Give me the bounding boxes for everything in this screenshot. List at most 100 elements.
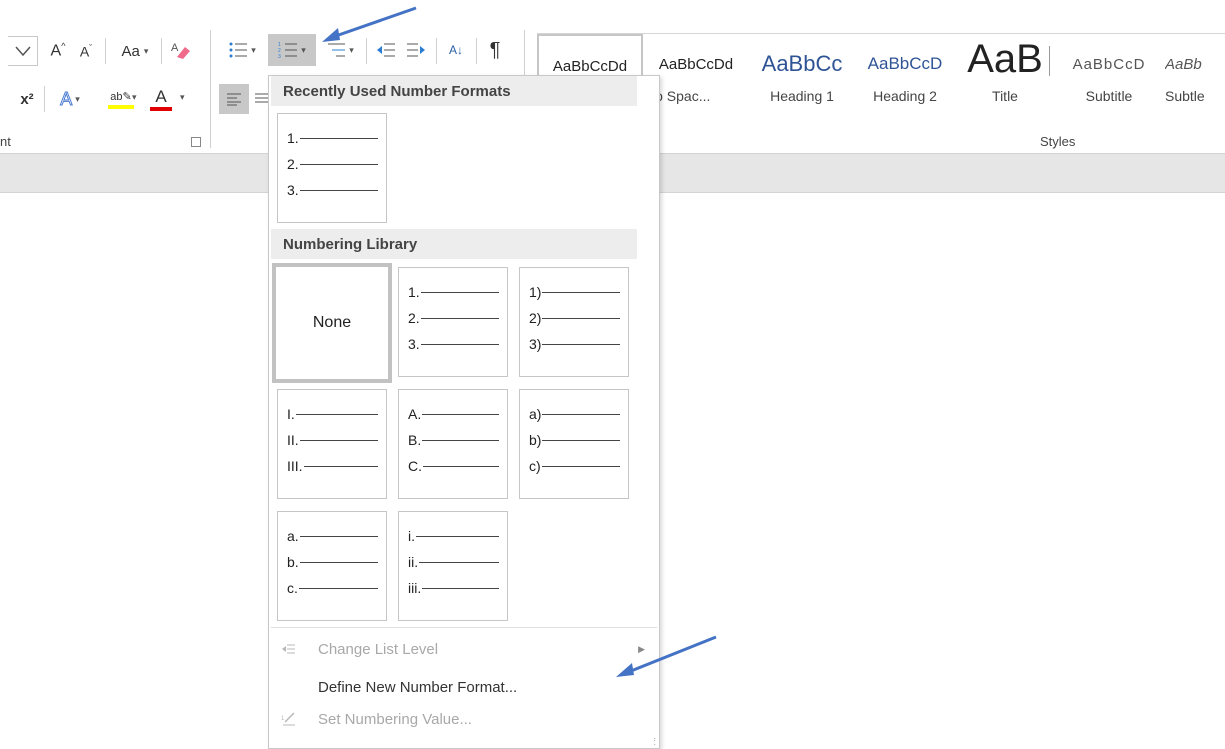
set-numbering-value-label: Set Numbering Value... xyxy=(318,710,472,728)
chevron-down-icon: ▾ xyxy=(349,44,354,55)
resize-grip-icon[interactable]: .: xyxy=(653,732,655,747)
list-row: 1. xyxy=(287,128,378,148)
style-preview: AaBbCcD xyxy=(867,54,943,73)
annotation-arrow-icon xyxy=(616,635,717,677)
clear-formatting-button[interactable]: A xyxy=(166,36,194,64)
style-name: Subtle xyxy=(1165,88,1205,104)
style-preview: AaBbCc xyxy=(761,51,843,76)
numbering-library-header: Numbering Library xyxy=(271,229,637,259)
separator xyxy=(1049,46,1050,76)
style-heading-2[interactable]: AaBbCcD Heading 2 xyxy=(855,34,955,126)
change-list-level-icon xyxy=(279,639,299,659)
style-name: No Spac... xyxy=(645,88,711,104)
grow-font-icon: A^ xyxy=(50,41,66,60)
chevron-down-icon: ▾ xyxy=(75,93,80,104)
bullets-icon xyxy=(229,42,248,58)
grow-font-button[interactable]: A^ xyxy=(46,38,70,64)
highlighter-icon: ab✎ xyxy=(110,90,132,103)
numbering-format-tile[interactable]: a) b) c) xyxy=(519,389,629,499)
style-title[interactable]: AaB Title xyxy=(955,34,1055,126)
define-new-number-format-label: Define New Number Format... xyxy=(318,678,518,696)
list-row: a) xyxy=(529,404,620,424)
style-no-spacing[interactable]: AaBbCcDd No Spac... xyxy=(645,34,747,126)
style-preview: AaBb xyxy=(1165,55,1202,73)
style-name: Heading 2 xyxy=(873,88,937,104)
change-case-button[interactable]: Aa ▾ xyxy=(113,38,157,64)
set-numbering-value-item[interactable]: 1 Set Numbering Value... xyxy=(271,704,657,734)
text-effects-button[interactable]: A ▾ xyxy=(50,86,90,112)
align-left-button[interactable] xyxy=(219,84,249,114)
svg-text:3: 3 xyxy=(278,54,281,59)
style-name: Title xyxy=(992,88,1018,104)
list-row: c. xyxy=(287,578,378,598)
list-row: b. xyxy=(287,552,378,572)
chevron-down-icon: ▾ xyxy=(301,44,306,55)
recent-format-tile[interactable]: 1. 2. 3. xyxy=(277,113,387,223)
align-left-icon xyxy=(227,93,241,106)
list-row: 2. xyxy=(287,154,378,174)
pilcrow-icon: ¶ xyxy=(489,38,501,61)
list-row: c) xyxy=(529,456,620,476)
list-row: 1. xyxy=(408,282,499,302)
separator xyxy=(476,38,477,64)
list-row: 3. xyxy=(287,180,378,200)
numbering-none-tile[interactable]: None xyxy=(272,263,392,383)
list-row: a. xyxy=(287,526,378,546)
list-row: ii. xyxy=(408,552,499,572)
font-color-button[interactable]: A xyxy=(146,84,176,114)
numbering-format-tile[interactable]: 1) 2) 3) xyxy=(519,267,629,377)
chevron-down-icon xyxy=(14,46,31,57)
list-row: I. xyxy=(287,404,378,424)
menu-separator xyxy=(271,627,657,628)
separator xyxy=(436,38,437,64)
font-group-label: nt xyxy=(0,134,11,149)
svg-text:A: A xyxy=(171,42,179,54)
style-subtitle[interactable]: AaBbCcD Subtitle xyxy=(1059,34,1159,126)
recent-formats-header: Recently Used Number Formats xyxy=(271,76,637,106)
style-name: Heading 1 xyxy=(770,88,834,104)
separator xyxy=(44,86,45,112)
numbering-button[interactable]: 1 2 3 ▾ xyxy=(268,34,316,66)
list-row: 3) xyxy=(529,334,620,354)
set-numbering-value-icon: 1 xyxy=(279,709,299,729)
text-highlight-button[interactable]: ab✎ xyxy=(96,84,146,114)
text-effects-icon: A xyxy=(60,88,73,109)
none-label: None xyxy=(312,314,352,331)
numbering-format-tile[interactable]: i. ii. iii. xyxy=(398,511,508,621)
shrink-font-icon: Aˇ xyxy=(79,42,93,60)
chevron-down-icon[interactable]: ▾ xyxy=(180,92,185,103)
sort-icon: A↓ xyxy=(448,43,463,57)
list-row: 3. xyxy=(408,334,499,354)
separator xyxy=(105,38,106,64)
chevron-down-icon: ▾ xyxy=(143,45,149,56)
superscript-label: x² xyxy=(20,90,34,108)
bullets-button[interactable]: ▾ xyxy=(222,36,262,64)
style-preview: AaB xyxy=(967,36,1043,81)
numbering-format-tile[interactable]: a. b. c. xyxy=(277,511,387,621)
style-heading-1[interactable]: AaBbCc Heading 1 xyxy=(749,34,855,126)
group-separator xyxy=(210,30,211,148)
numbering-format-tile[interactable]: 1. 2. 3. xyxy=(398,267,508,377)
sort-button[interactable]: A↓ xyxy=(442,36,470,64)
highlight-color-bar xyxy=(108,104,134,109)
list-row: A. xyxy=(408,404,499,424)
font-dialog-launcher-icon[interactable] xyxy=(191,137,201,147)
chevron-down-icon[interactable]: ▾ xyxy=(132,92,137,103)
superscript-button[interactable]: x² xyxy=(14,86,40,112)
change-list-level-item[interactable]: Change List Level ▶ xyxy=(271,634,657,664)
numbering-format-tile[interactable]: A. B. C. xyxy=(398,389,508,499)
eraser-icon: A xyxy=(171,42,190,59)
style-subtle-emphasis[interactable]: AaBb Subtle xyxy=(1165,34,1225,126)
list-row: iii. xyxy=(408,578,499,598)
list-row: II. xyxy=(287,430,378,450)
font-color-label: A xyxy=(155,86,167,106)
align-center-button[interactable] xyxy=(252,84,268,114)
list-row: C. xyxy=(408,456,499,476)
define-new-number-format-item[interactable]: Define New Number Format... xyxy=(271,672,657,702)
list-row: 2. xyxy=(408,308,499,328)
font-name-dropdown-arrow[interactable] xyxy=(8,36,38,66)
show-hide-formatting-button[interactable]: ¶ xyxy=(482,36,508,64)
numbering-format-tile[interactable]: I. II. III. xyxy=(277,389,387,499)
shrink-font-button[interactable]: Aˇ xyxy=(74,38,98,64)
font-color-bar xyxy=(150,106,172,111)
